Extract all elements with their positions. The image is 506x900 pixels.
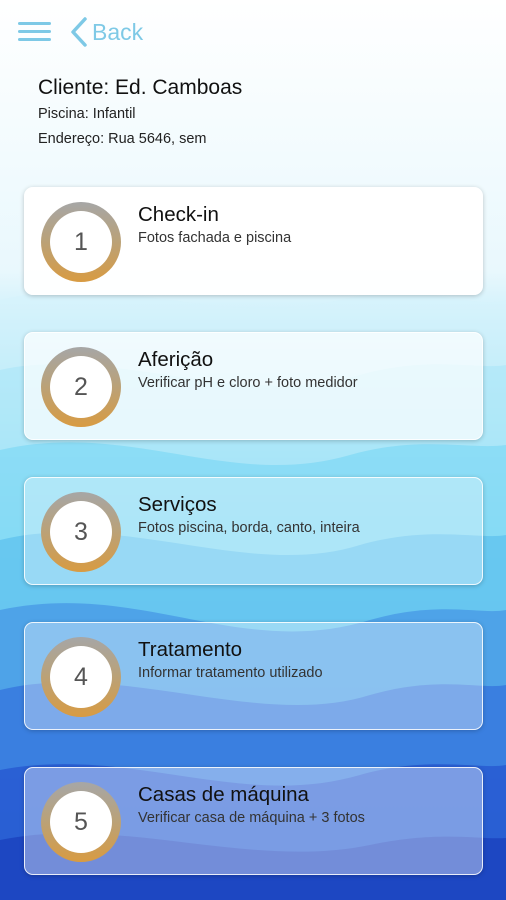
step-title: Casas de máquina xyxy=(138,783,309,806)
step-number-ring: 3 xyxy=(41,492,121,572)
back-label: Back xyxy=(92,18,144,45)
step-number: 3 xyxy=(50,501,112,563)
menu-line xyxy=(18,22,51,25)
step-subtitle: Verificar casa de máquina + 3 fotos xyxy=(138,810,365,826)
step-subtitle: Informar tratamento utilizado xyxy=(138,665,323,681)
step-subtitle: Verificar pH e cloro + foto medidor xyxy=(138,375,358,391)
step-subtitle: Fotos fachada e piscina xyxy=(138,230,292,246)
pool-type: Piscina: Infantil xyxy=(38,106,136,122)
step-card-check-in[interactable]: 1 Check-in Fotos fachada e piscina xyxy=(24,187,483,295)
step-card-servicos[interactable]: 3 Serviços Fotos piscina, borda, canto, … xyxy=(24,477,483,585)
step-card-casas-de-maquina[interactable]: 5 Casas de máquina Verificar casa de máq… xyxy=(24,767,483,875)
step-card-tratamento[interactable]: 4 Tratamento Informar tratamento utiliza… xyxy=(24,622,483,730)
step-number: 1 xyxy=(50,211,112,273)
chevron-left-icon xyxy=(71,17,87,47)
step-number-ring: 4 xyxy=(41,637,121,717)
step-number: 5 xyxy=(50,791,112,853)
top-bar: Back xyxy=(0,0,506,64)
step-number-ring: 2 xyxy=(41,347,121,427)
step-number: 4 xyxy=(50,646,112,708)
menu-icon[interactable] xyxy=(18,20,52,44)
menu-line xyxy=(18,30,51,33)
menu-line xyxy=(18,38,51,41)
step-number-ring: 1 xyxy=(41,202,121,282)
step-title: Aferição xyxy=(138,348,214,371)
step-title: Check-in xyxy=(138,203,219,226)
client-info: Cliente: Ed. Camboas Piscina: Infantil E… xyxy=(38,74,242,152)
client-address: Endereço: Rua 5646, sem xyxy=(38,131,207,147)
back-button[interactable]: Back xyxy=(70,14,143,50)
step-subtitle: Fotos piscina, borda, canto, inteira xyxy=(138,520,360,536)
step-number: 2 xyxy=(50,356,112,418)
step-number-ring: 5 xyxy=(41,782,121,862)
client-name: Cliente: Ed. Camboas xyxy=(38,76,243,99)
step-title: Tratamento xyxy=(138,638,243,661)
step-title: Serviços xyxy=(138,493,217,516)
step-card-afericao[interactable]: 2 Aferição Verificar pH e cloro + foto m… xyxy=(24,332,483,440)
